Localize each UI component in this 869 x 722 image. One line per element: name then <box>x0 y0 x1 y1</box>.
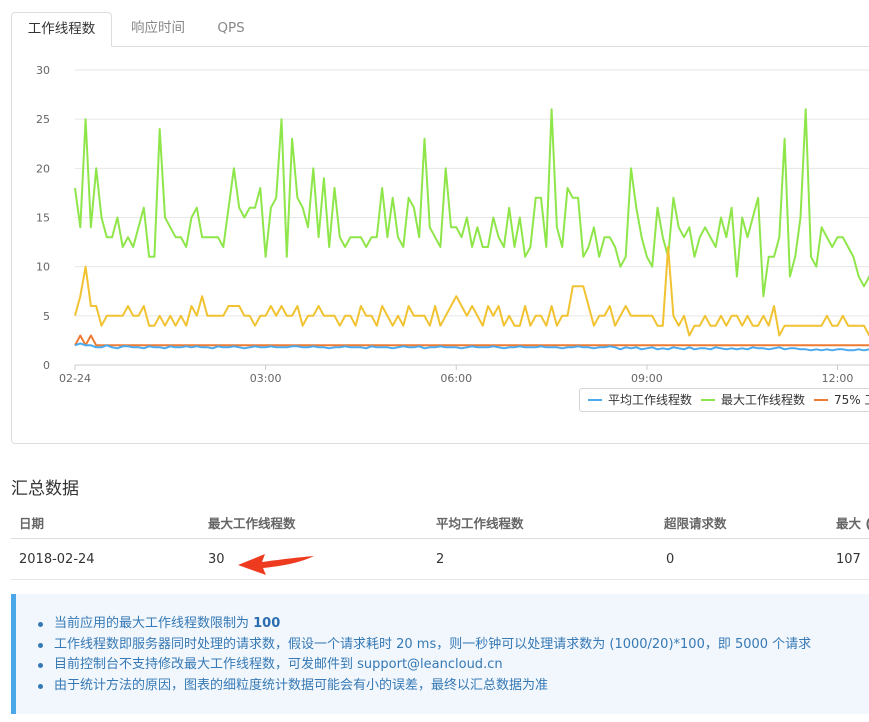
x-tick-label: 09:00 <box>631 372 663 385</box>
x-tick-label: 12:00 <box>822 372 854 385</box>
legend-item-p75[interactable]: 75% 工 <box>814 389 869 411</box>
series-line-1 <box>74 108 869 298</box>
info-item-contact: 目前控制台不支持修改最大工作线程数，可发邮件到 support@leanclou… <box>38 655 811 676</box>
legend-item-avg[interactable]: 平均工作线程数 <box>588 389 692 411</box>
y-tick-label: 10 <box>36 261 50 274</box>
header-max-threads: 最大工作线程数 <box>208 516 296 531</box>
y-tick-label: 30 <box>36 64 50 77</box>
tab-response-time[interactable]: 响应时间 <box>115 12 201 45</box>
y-tick-label: 0 <box>43 359 50 372</box>
summary-title: 汇总数据 <box>11 479 79 499</box>
cell-max-threads: 30 <box>208 552 225 567</box>
cell-max-truncated: 107 <box>836 552 861 567</box>
legend-swatch-avg <box>588 398 602 401</box>
legend-swatch-p75 <box>814 398 828 401</box>
y-tick-label: 5 <box>43 310 50 323</box>
table-row: 2018-02-24 30 2 0 107 <box>11 539 869 580</box>
info-item-limit: 当前应用的最大工作线程数限制为 100 <box>38 614 811 635</box>
tab-bar: 工作线程数 响应时间 QPS <box>11 12 869 47</box>
header-max-truncated: 最大 (( <box>836 516 869 531</box>
x-tick-label: 03:00 <box>250 372 282 385</box>
header-date: 日期 <box>19 516 45 531</box>
bullet-dot <box>38 642 43 648</box>
table-header-row: 日期 最大工作线程数 平均工作线程数 超限请求数 最大 (( <box>11 503 869 539</box>
header-exceeded-requests: 超限请求数 <box>664 516 727 531</box>
info-item-explanation-text: 工作线程数即服务器同时处理的请求数，假设一个请求耗时 20 ms，则一秒钟可以处… <box>54 636 812 652</box>
info-list: 当前应用的最大工作线程数限制为 100 工作线程数即服务器同时处理的请求数，假设… <box>38 614 811 696</box>
x-tick-label: 02-24 <box>59 372 91 385</box>
cell-avg-threads: 2 <box>436 552 445 567</box>
info-item-limit-value: 100 <box>253 616 281 631</box>
cell-exceeded-requests: 0 <box>666 552 675 567</box>
legend-label-max: 最大工作线程数 <box>721 393 806 407</box>
y-tick-label: 15 <box>36 212 50 225</box>
info-item-limit-text: 当前应用的最大工作线程数限制为 <box>54 616 254 631</box>
info-item-accuracy: 由于统计方法的原因，图表的细粒度统计数据可能会有小的误差，最终以汇总数据为准 <box>38 676 811 697</box>
legend-item-max[interactable]: 最大工作线程数 <box>701 389 805 411</box>
series-line-2 <box>74 246 869 337</box>
tab-worker-threads[interactable]: 工作线程数 <box>11 12 112 47</box>
tab-qps[interactable]: QPS <box>203 12 259 45</box>
bullet-dot <box>38 683 43 689</box>
y-tick-label: 25 <box>36 113 50 126</box>
y-tick-label: 20 <box>36 162 50 175</box>
bullet-dot <box>38 663 43 668</box>
annotation-arrow-table <box>238 554 314 575</box>
info-item-accuracy-text: 由于统计方法的原因，图表的细粒度统计数据可能会有小的误差，最终以汇总数据为准 <box>54 677 549 693</box>
cell-date: 2018-02-24 <box>19 552 95 567</box>
info-item-contact-text: 目前控制台不支持修改最大工作线程数，可发邮件到 support@leanclou… <box>54 657 503 672</box>
legend-label-avg: 平均工作线程数 <box>608 393 693 407</box>
info-item-explanation: 工作线程数即服务器同时处理的请求数，假设一个请求耗时 20 ms，则一秒钟可以处… <box>38 635 811 656</box>
chart-panel: 0 5 10 15 20 25 30 02-24 03:00 06:00 09:00 12:00 平均… <box>11 46 869 444</box>
worker-threads-chart: 0 5 10 15 20 25 30 02-24 03:00 06:00 09:00 12:00 <box>36 64 869 385</box>
legend-swatch-max <box>701 398 715 401</box>
legend-label-p75: 75% 工 <box>834 393 869 407</box>
header-avg-threads: 平均工作线程数 <box>436 516 524 531</box>
bullet-dot <box>38 622 43 627</box>
info-notice: 当前应用的最大工作线程数限制为 100 工作线程数即服务器同时处理的请求数，假设… <box>11 594 869 714</box>
x-tick-label: 06:00 <box>440 372 472 385</box>
chart-legend: 平均工作线程数 最大工作线程数 75% 工 <box>579 388 869 412</box>
